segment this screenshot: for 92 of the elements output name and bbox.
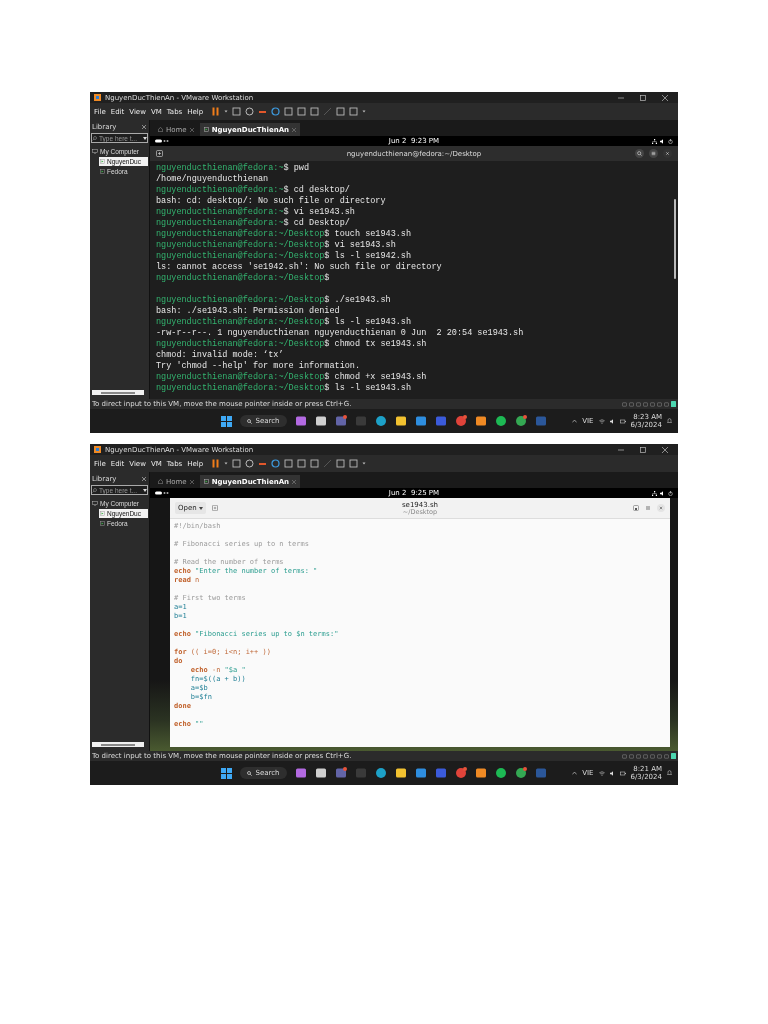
prompt-text: nguyenducthienan@fedora:~/Desktop — [156, 339, 325, 349]
app-icon[interactable] — [434, 415, 447, 427]
scrollbar[interactable] — [92, 390, 144, 395]
prompt-text: nguyenducthienan@fedora:~/Desktop — [156, 383, 325, 393]
prompt-text: nguyenducthienan@fedora:~/Desktop — [156, 295, 325, 305]
vmware-app-icon — [94, 94, 101, 101]
command-text: $ chmod +x se1943.sh — [324, 372, 427, 382]
network-icon[interactable] — [652, 138, 657, 144]
vm-icon — [203, 127, 209, 132]
chevron-up-icon[interactable] — [572, 419, 578, 423]
close-icon[interactable] — [662, 94, 668, 101]
search-icon[interactable] — [635, 149, 644, 158]
output-text: bash: cd: desktop/: No such file or directory — [156, 196, 386, 206]
power-icon[interactable] — [668, 490, 673, 496]
search-icon — [247, 770, 253, 776]
speaker-icon[interactable] — [660, 138, 665, 144]
prompt-text: nguyenducthienan@fedora:~/Desktop — [156, 251, 325, 261]
search-icon — [92, 487, 97, 493]
maximize-icon[interactable] — [640, 446, 646, 453]
activities-indicator-icon[interactable] — [155, 491, 169, 495]
prompt-text: nguyenducthienan@fedora:~/Desktop — [156, 372, 325, 382]
vm-icon — [203, 479, 209, 484]
command-text: $ pwd — [283, 163, 310, 173]
close-icon[interactable] — [663, 149, 672, 158]
command-text: $ touch se1943.sh — [324, 229, 412, 239]
start-icon[interactable] — [221, 415, 233, 427]
prompt-text: nguyenducthienan@fedora:~ — [156, 185, 284, 195]
output-text: bash: ./se1943.sh: Permission denied — [156, 306, 340, 316]
prompt-text: nguyenducthienan@fedora:~ — [156, 163, 284, 173]
save-icon[interactable] — [633, 505, 639, 511]
search-icon — [92, 135, 97, 141]
command-text: $ ls -l se1942.sh — [324, 251, 412, 261]
command-text: $ vi se1943.sh — [283, 207, 355, 217]
chevron-up-icon[interactable] — [572, 771, 578, 775]
output-text: -rw-r--r--. 1 nguyenducthienan nguyenducthienan 0 Jun 2 20:54 se1943.sh — [156, 328, 524, 338]
close-icon[interactable] — [189, 479, 194, 484]
command-text: $ chmod tx se1943.sh — [324, 339, 427, 349]
command-text: $ ls -l se1943.sh — [324, 317, 412, 327]
caret-icon[interactable] — [143, 136, 147, 140]
vm-icon — [100, 521, 105, 526]
scrollbar[interactable] — [674, 199, 676, 279]
close-icon[interactable] — [662, 446, 668, 453]
activities-indicator-icon[interactable] — [155, 139, 169, 143]
wifi-icon[interactable] — [598, 770, 605, 776]
power-icon[interactable] — [668, 138, 673, 144]
close-icon[interactable] — [142, 125, 146, 129]
prompt-text: nguyenducthienan@fedora:~ — [156, 218, 284, 228]
pause-icon[interactable] — [211, 459, 221, 468]
pause-icon[interactable] — [211, 107, 221, 116]
close-icon[interactable] — [189, 127, 194, 132]
prompt-text: nguyenducthienan@fedora:~/Desktop — [156, 229, 325, 239]
scrollbar[interactable] — [92, 742, 144, 747]
computer-icon — [92, 149, 98, 154]
close-icon[interactable] — [142, 477, 146, 481]
output-text: ls: cannot access 'se1942.sh': No such file or directory — [156, 262, 442, 272]
battery-icon[interactable] — [619, 770, 626, 776]
vm-icon — [100, 511, 105, 516]
command-text: $ — [324, 273, 330, 283]
network-icon[interactable] — [652, 490, 657, 496]
speaker-icon[interactable] — [660, 490, 665, 496]
prompt-text: nguyenducthienan@fedora:~/Desktop — [156, 317, 325, 327]
start-icon[interactable] — [221, 767, 233, 779]
output-text: chmod: invalid mode: ‘tx’ — [156, 350, 284, 360]
battery-icon[interactable] — [619, 418, 626, 424]
speaker-icon[interactable] — [609, 418, 615, 424]
output-text: Try 'chmod --help' for more information. — [156, 361, 361, 371]
command-text: $ cd Desktop/ — [283, 218, 350, 228]
prompt-text: nguyenducthienan@fedora:~ — [156, 207, 284, 217]
new-tab-icon[interactable] — [156, 150, 163, 157]
home-icon — [158, 127, 163, 132]
app-icon[interactable] — [434, 767, 447, 779]
caret-icon[interactable] — [143, 488, 147, 492]
output-text: /home/nguyenducthienan — [156, 174, 269, 184]
close-icon[interactable] — [657, 504, 665, 512]
prompt-text: nguyenducthienan@fedora:~/Desktop — [156, 273, 325, 283]
bell-icon[interactable] — [667, 770, 672, 776]
maximize-icon[interactable] — [640, 94, 646, 101]
caret-icon — [198, 506, 203, 510]
command-text: $ ls -l se1943.sh — [324, 383, 412, 393]
wifi-icon[interactable] — [598, 418, 605, 424]
bell-icon[interactable] — [667, 418, 672, 424]
vm-icon — [100, 159, 105, 164]
command-text: $ ./se1943.sh — [324, 295, 391, 305]
vm-icon — [100, 169, 105, 174]
computer-icon — [92, 501, 98, 506]
search-icon — [247, 418, 253, 424]
vmware-app-icon — [94, 446, 101, 453]
home-icon — [158, 479, 163, 484]
speaker-icon[interactable] — [609, 770, 615, 776]
command-text: $ vi se1943.sh — [324, 240, 396, 250]
command-text: $ cd desktop/ — [283, 185, 350, 195]
prompt-text: nguyenducthienan@fedora:~/Desktop — [156, 240, 325, 250]
